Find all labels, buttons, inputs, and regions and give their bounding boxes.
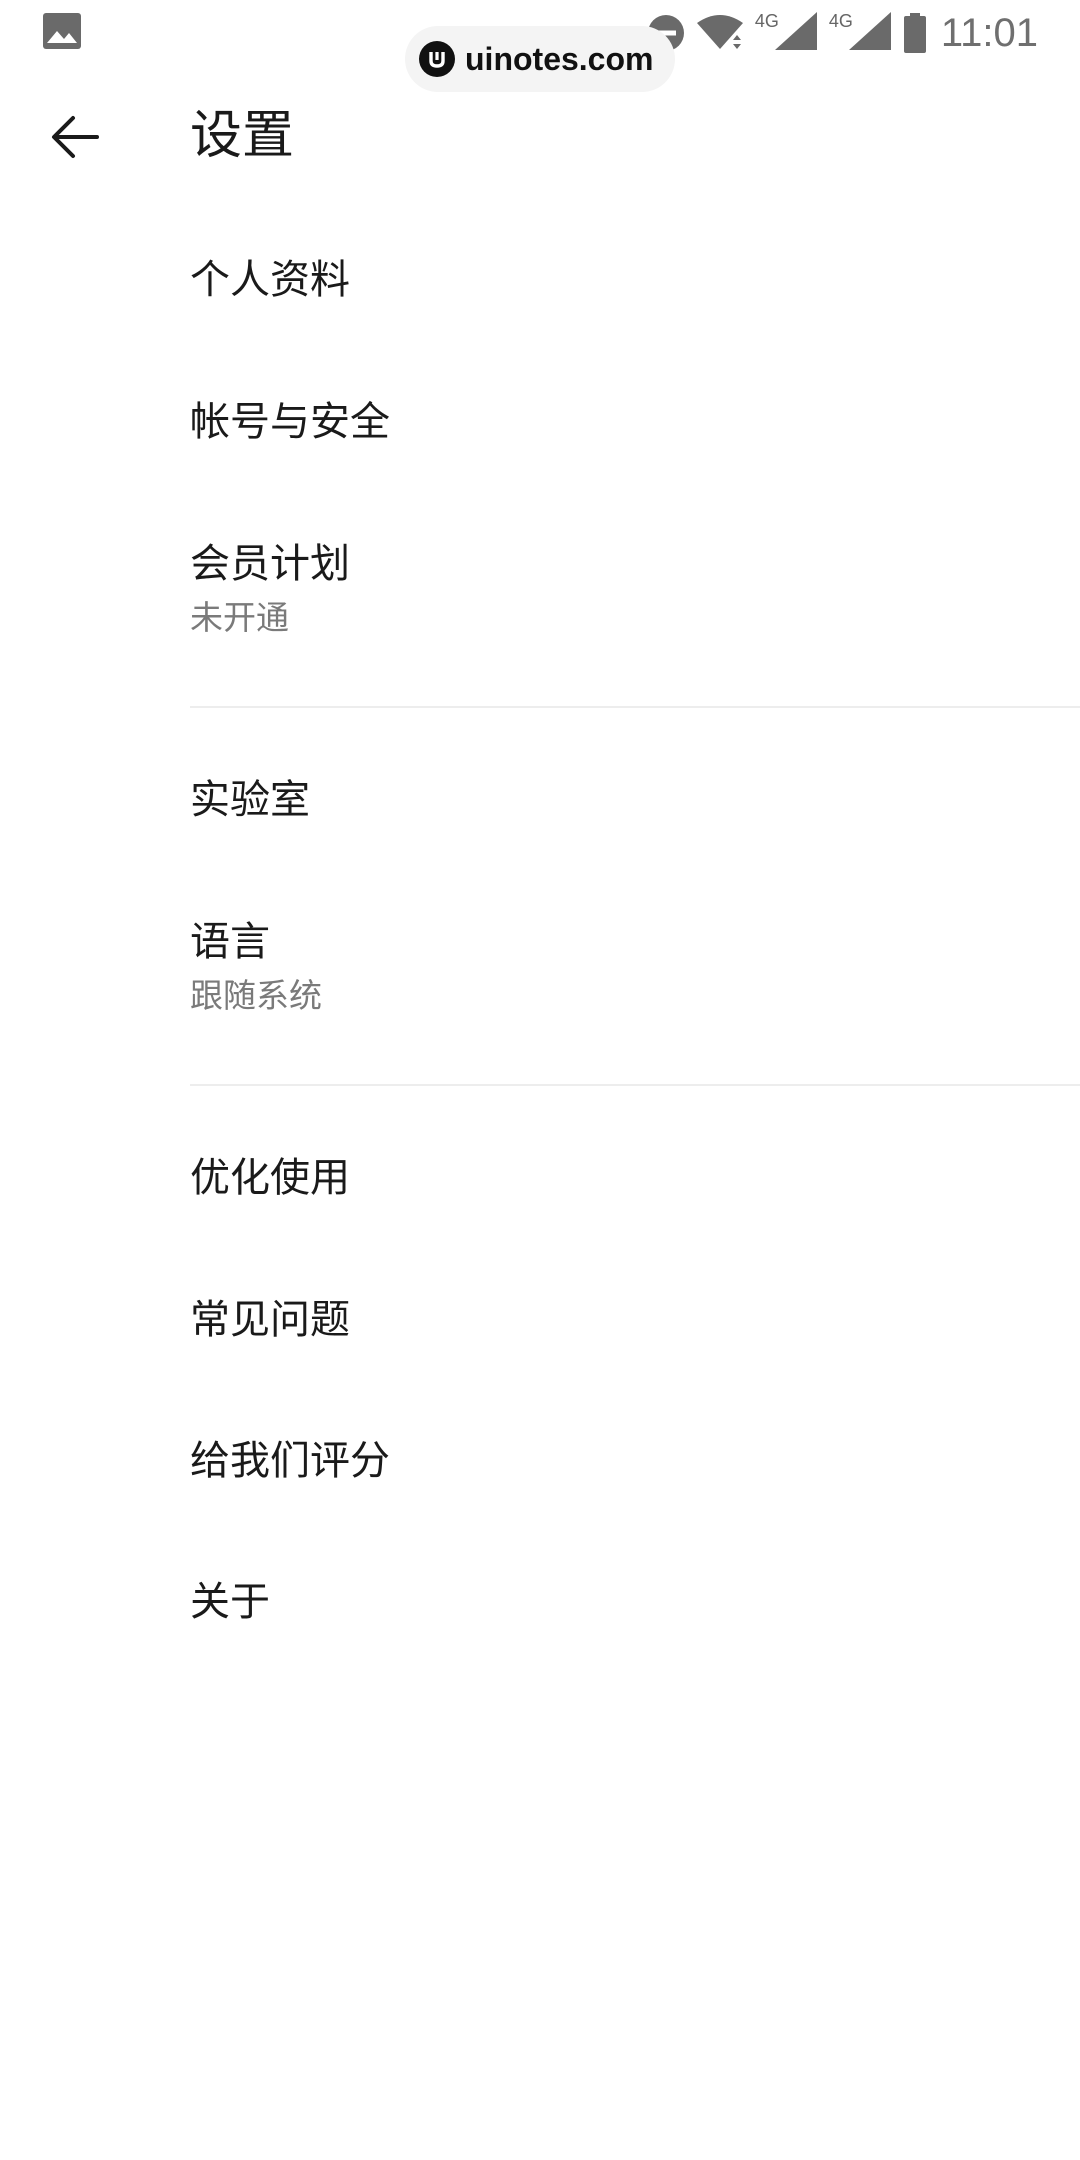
settings-item-rate-us[interactable]: 给我们评分: [190, 1435, 1080, 1487]
settings-item-label: 优化使用: [190, 1155, 350, 1201]
settings-item-account-security[interactable]: 帐号与安全: [190, 396, 1080, 448]
settings-item-faq[interactable]: 常见问题: [190, 1294, 1080, 1346]
settings-item-label: 关于: [190, 1579, 270, 1625]
settings-item-label: 语言: [190, 919, 270, 965]
settings-item-label: 会员计划: [190, 541, 350, 587]
settings-item-label: 个人资料: [190, 257, 350, 303]
settings-item-subtitle: 未开通: [190, 598, 289, 637]
page-title: 设置: [190, 106, 295, 166]
watermark-badge: uinotes.com: [405, 26, 675, 92]
settings-item-label: 实验室: [190, 777, 310, 823]
settings-item-label: 给我们评分: [190, 1438, 390, 1484]
watermark-logo-icon: [419, 41, 455, 77]
status-icons: 4G 4G 11:01: [637, 4, 1038, 62]
battery-icon: [903, 12, 927, 54]
network-type-label: 4G: [754, 10, 779, 31]
settings-item-label: 常见问题: [190, 1297, 350, 1343]
signal-icon: [847, 10, 893, 56]
watermark-text: uinotes.com: [465, 40, 654, 77]
section-divider: [190, 1084, 1080, 1086]
section-divider: [190, 706, 1080, 708]
network-type-label: 4G: [828, 10, 853, 31]
settings-item-about[interactable]: 关于: [190, 1576, 1080, 1628]
settings-item-lab[interactable]: 实验室: [190, 774, 1080, 826]
back-button[interactable]: [40, 102, 110, 172]
settings-item-language[interactable]: 语言 跟随系统: [190, 916, 1080, 1018]
status-time: 11:01: [940, 10, 1038, 55]
settings-item-optimize[interactable]: 优化使用: [190, 1152, 1080, 1204]
settings-item-membership[interactable]: 会员计划 未开通: [190, 538, 1080, 640]
signal-icon: [773, 10, 819, 56]
settings-item-profile[interactable]: 个人资料: [190, 254, 1080, 306]
arrow-left-icon: [52, 116, 99, 158]
wifi-icon: [695, 13, 745, 53]
image-icon: [42, 12, 82, 50]
settings-item-label: 帐号与安全: [190, 399, 390, 445]
settings-item-subtitle: 跟随系统: [190, 976, 322, 1015]
